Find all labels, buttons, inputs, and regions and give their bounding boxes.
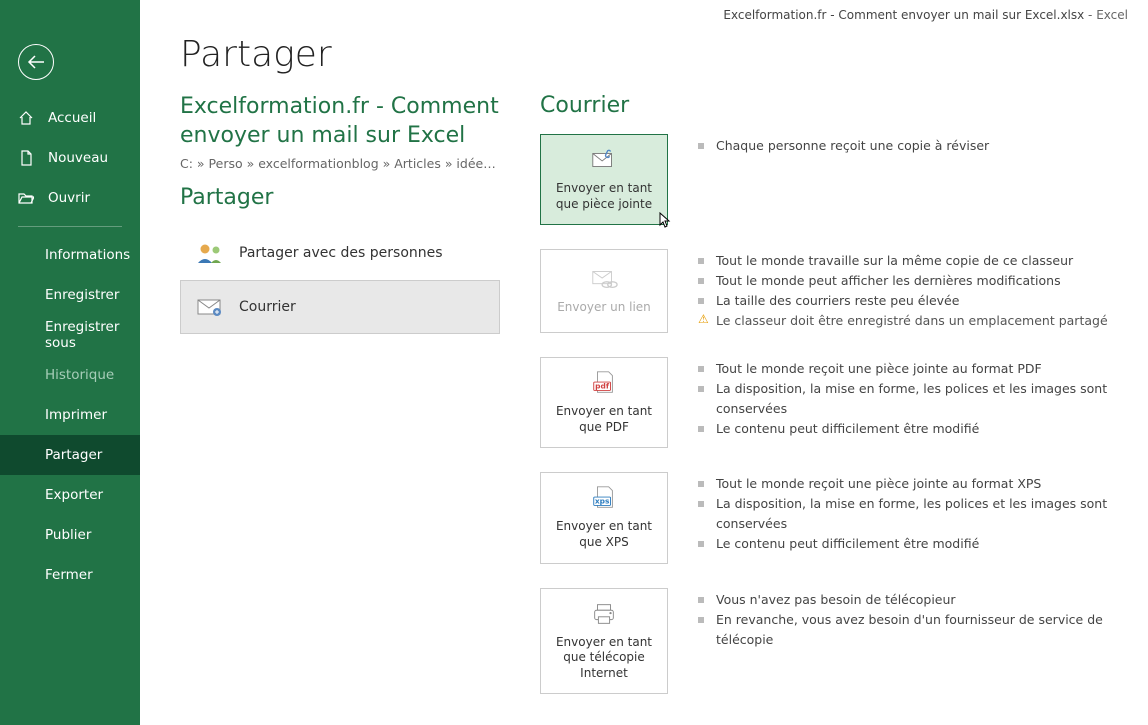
folder-open-icon — [18, 190, 34, 206]
share-left-column: Excelformation.fr - Comment envoyer un m… — [180, 93, 500, 718]
share-opt-label: Partager avec des personnes — [239, 245, 443, 261]
button-label: Envoyer en tant que XPS — [549, 519, 659, 550]
nav-print[interactable]: Imprimer — [0, 395, 140, 435]
courier-title: Courrier — [540, 93, 1118, 118]
nav-label: Enregistrer sous — [45, 319, 140, 351]
courier-desc: Chaque personne reçoit une copie à révis… — [698, 136, 989, 156]
nav-label: Exporter — [45, 487, 103, 503]
nav-new[interactable]: Nouveau — [0, 138, 140, 178]
nav-label: Informations — [45, 247, 130, 263]
nav-publish[interactable]: Publier — [0, 515, 140, 555]
pdf-file-icon: pdf — [590, 370, 618, 396]
page-title: Partager — [180, 34, 1118, 75]
svg-text:pdf: pdf — [595, 382, 610, 391]
share-courrier[interactable]: Courrier — [180, 280, 500, 334]
backstage-sidebar: Accueil Nouveau Ouvrir Informations Enre… — [0, 0, 140, 725]
main-panel: Excelformation.fr - Comment envoyer un m… — [140, 0, 1148, 725]
nav-label: Historique — [45, 367, 114, 383]
courier-row-attachment: Envoyer en tant que pièce jointe Chaque … — [540, 134, 1118, 225]
back-button[interactable] — [18, 44, 54, 80]
courier-panel: Courrier Envoyer en tant que pièce joint… — [540, 93, 1118, 718]
courier-row-link: Envoyer un lien Tout le monde travaille … — [540, 249, 1118, 333]
courier-desc: Vous n'avez pas besoin de télécopieur En… — [698, 590, 1118, 650]
people-icon — [195, 240, 225, 266]
nav-share[interactable]: Partager — [0, 435, 140, 475]
courier-desc: Tout le monde reçoit une pièce jointe au… — [698, 359, 1118, 439]
nav-label: Imprimer — [45, 407, 107, 423]
file-new-icon — [18, 150, 34, 166]
svg-text:xps: xps — [595, 497, 610, 506]
nav-home[interactable]: Accueil — [0, 98, 140, 138]
nav-label: Publier — [45, 527, 91, 543]
send-as-xps-button[interactable]: xps Envoyer en tant que XPS — [540, 472, 668, 563]
nav-label: Partager — [45, 447, 102, 463]
nav-divider — [18, 226, 122, 227]
courier-row-fax: Envoyer en tant que télécopie Internet V… — [540, 588, 1118, 695]
send-as-fax-button[interactable]: Envoyer en tant que télécopie Internet — [540, 588, 668, 695]
nav-history: Historique — [0, 355, 140, 395]
courier-row-pdf: pdf Envoyer en tant que PDF Tout le mond… — [540, 357, 1118, 448]
courier-desc: Tout le monde travaille sur la même copi… — [698, 251, 1108, 331]
envelope-link-icon — [590, 266, 618, 292]
button-label: Envoyer en tant que pièce jointe — [549, 181, 659, 212]
share-section-title: Partager — [180, 185, 500, 210]
send-as-pdf-button[interactable]: pdf Envoyer en tant que PDF — [540, 357, 668, 448]
nav-info[interactable]: Informations — [0, 235, 140, 275]
home-icon — [18, 110, 34, 126]
nav-export[interactable]: Exporter — [0, 475, 140, 515]
nav-open[interactable]: Ouvrir — [0, 178, 140, 218]
fax-icon — [590, 601, 618, 627]
nav-saveas[interactable]: Enregistrer sous — [0, 315, 140, 355]
envelope-icon — [195, 294, 225, 320]
title-app: Excel — [1096, 8, 1128, 22]
share-opt-label: Courrier — [239, 299, 296, 315]
button-label: Envoyer un lien — [557, 300, 651, 316]
nav-label: Enregistrer — [45, 287, 119, 303]
nav-label: Ouvrir — [48, 190, 90, 206]
document-path: C: » Perso » excelformationblog » Articl… — [180, 156, 500, 171]
title-bar: Excelformation.fr - Comment envoyer un m… — [723, 8, 1128, 22]
nav-label: Fermer — [45, 567, 93, 583]
send-as-attachment-button[interactable]: Envoyer en tant que pièce jointe — [540, 134, 668, 225]
share-with-people[interactable]: Partager avec des personnes — [180, 226, 500, 280]
nav-label: Accueil — [48, 110, 96, 126]
title-document: Excelformation.fr - Comment envoyer un m… — [723, 8, 1084, 22]
nav-save[interactable]: Enregistrer — [0, 275, 140, 315]
nav-label: Nouveau — [48, 150, 108, 166]
button-label: Envoyer en tant que PDF — [549, 404, 659, 435]
xps-file-icon: xps — [590, 485, 618, 511]
nav-close[interactable]: Fermer — [0, 555, 140, 595]
document-title: Excelformation.fr - Comment envoyer un m… — [180, 93, 500, 150]
envelope-attach-icon — [590, 147, 618, 173]
courier-desc: Tout le monde reçoit une pièce jointe au… — [698, 474, 1118, 554]
button-label: Envoyer en tant que télécopie Internet — [549, 635, 659, 682]
cursor-icon — [659, 212, 673, 230]
courier-row-xps: xps Envoyer en tant que XPS Tout le mond… — [540, 472, 1118, 563]
send-link-button: Envoyer un lien — [540, 249, 668, 333]
